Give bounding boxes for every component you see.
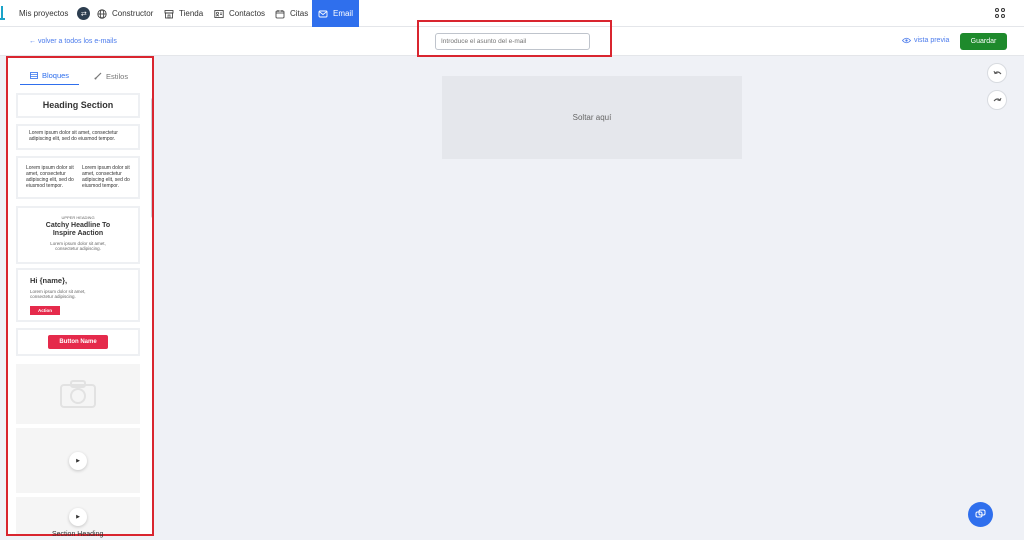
nav-item-constructor[interactable]: Constructor xyxy=(97,0,153,27)
projects-switcher[interactable]: Mis proyectos ⇄ xyxy=(19,0,91,27)
button-preview: Button Name xyxy=(48,335,108,349)
nav-item-tienda[interactable]: Tienda xyxy=(164,0,203,27)
play-icon: ▶ xyxy=(69,508,87,526)
sidebar-scrollbar[interactable] xyxy=(151,98,152,218)
drop-zone[interactable]: Soltar aquí xyxy=(442,76,742,159)
block-text-content: Lorem ipsum dolor sit amet, consectetur … xyxy=(29,130,118,142)
nav-item-contactos[interactable]: Contactos xyxy=(214,0,265,27)
undo-button[interactable] xyxy=(987,63,1007,83)
drop-zone-label: Soltar aquí xyxy=(572,113,612,122)
globe-icon xyxy=(97,8,107,19)
brush-icon xyxy=(94,72,102,80)
greeting-title: Hi {name}, xyxy=(30,276,68,285)
subject-highlight-frame xyxy=(417,20,612,57)
column-text: Lorem ipsum dolor sit amet, consectetur … xyxy=(26,165,74,189)
tab-bloques[interactable]: Bloques xyxy=(20,67,79,85)
play-icon: ▶ xyxy=(69,451,87,470)
nav-label: Citas xyxy=(290,9,309,18)
save-button[interactable]: Guardar xyxy=(960,33,1007,50)
nav-label: Constructor xyxy=(112,9,154,18)
apps-grid-icon[interactable] xyxy=(995,8,1005,18)
hero-upper-heading: UPPER HEADING xyxy=(61,215,95,220)
store-icon xyxy=(164,9,174,18)
nav-label: Contactos xyxy=(229,9,266,18)
tab-label: Estilos xyxy=(106,71,129,81)
projects-label: Mis proyectos xyxy=(19,9,69,18)
nav-item-email[interactable]: Email xyxy=(312,0,359,27)
greeting-action-button: Action xyxy=(30,306,60,315)
hero-headline: Catchy Headline To Inspire Aaction xyxy=(45,222,111,237)
nav-label: Tienda xyxy=(179,9,204,18)
preview-label: vista previa xyxy=(914,37,950,44)
blocks-icon xyxy=(30,72,38,79)
chat-support-button[interactable] xyxy=(968,502,993,527)
redo-button[interactable] xyxy=(987,90,1007,110)
block-hero[interactable]: UPPER HEADING Catchy Headline To Inspire… xyxy=(16,206,140,264)
nav-label: Email xyxy=(332,9,353,18)
swap-icon[interactable]: ⇄ xyxy=(77,7,91,20)
mail-icon xyxy=(318,10,328,17)
undo-icon xyxy=(993,70,1001,74)
logo-icon[interactable] xyxy=(0,6,5,20)
block-image[interactable] xyxy=(16,364,140,424)
tab-label: Bloques xyxy=(41,71,70,80)
block-heading-text: Heading Section xyxy=(42,100,114,110)
block-heading[interactable]: Heading Section xyxy=(16,93,140,118)
eye-icon xyxy=(902,37,911,44)
block-video[interactable]: ▶ xyxy=(16,428,140,493)
back-to-emails-link[interactable]: ← volver a todos los e-mails xyxy=(29,38,117,45)
sidebar-tabs: Bloques Estilos xyxy=(20,67,145,85)
block-video[interactable]: ▶ xyxy=(16,497,140,534)
block-button[interactable]: Button Name xyxy=(16,328,140,356)
nav-item-citas[interactable]: Citas xyxy=(275,0,308,27)
redo-icon xyxy=(993,97,1001,101)
preview-link[interactable]: vista previa xyxy=(902,37,949,44)
contacts-icon xyxy=(214,9,224,18)
calendar-icon xyxy=(275,9,285,18)
hero-description: Lorem ipsum dolor sit amet, consectetur … xyxy=(50,241,106,251)
camera-icon xyxy=(60,380,96,408)
column-text: Lorem ipsum dolor sit amet, consectetur … xyxy=(82,165,130,189)
block-greeting[interactable]: Hi {name}, Lorem ipsum dolor sit amet, c… xyxy=(16,268,140,322)
tab-estilos[interactable]: Estilos xyxy=(94,67,128,85)
chat-icon xyxy=(975,509,986,518)
greeting-description: Lorem ipsum dolor sit amet, consectetur … xyxy=(30,289,86,299)
block-text[interactable]: Lorem ipsum dolor sit amet, consectetur … xyxy=(16,124,140,150)
block-two-columns[interactable]: Lorem ipsum dolor sit amet, consectetur … xyxy=(16,156,140,199)
section-heading-label: Section Heading xyxy=(52,531,104,538)
blocks-sidebar: Bloques Estilos Heading Section Lorem ip… xyxy=(8,58,152,534)
